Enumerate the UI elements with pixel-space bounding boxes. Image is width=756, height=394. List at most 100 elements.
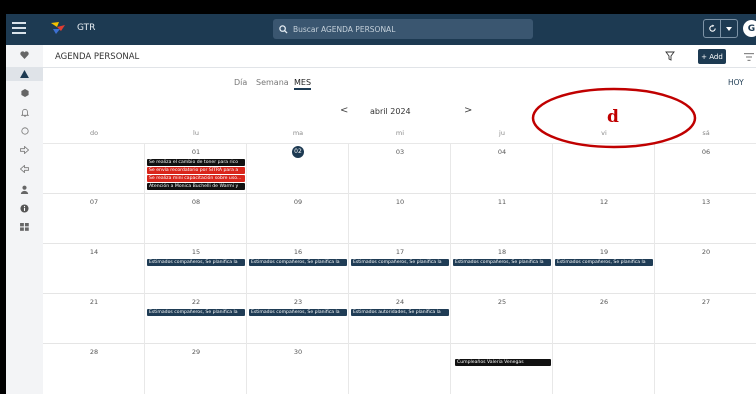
- day-cell[interactable]: [349, 344, 451, 394]
- day-number: 08: [191, 198, 201, 206]
- day-cell[interactable]: 11: [451, 194, 553, 244]
- day-number: 15: [191, 248, 201, 256]
- month-label: abril 2024: [370, 107, 411, 116]
- event-chip[interactable]: Se realiza mini capacitación sobre uso..…: [147, 175, 245, 182]
- event-chip[interactable]: Estimados compañeros, Se planifica la: [249, 259, 347, 266]
- filter-icon[interactable]: [665, 51, 675, 61]
- list-icon[interactable]: [744, 53, 754, 61]
- day-number: 10: [395, 198, 405, 206]
- day-cell[interactable]: 17 Estimados compañeros, Se planifica la: [349, 244, 451, 294]
- event-chip[interactable]: Estimados compañeros, Se planifica la: [249, 309, 347, 316]
- avatar[interactable]: G: [743, 20, 756, 37]
- day-cell[interactable]: 26: [553, 294, 655, 344]
- hamburger-menu-icon[interactable]: [12, 22, 26, 36]
- next-month-button[interactable]: >: [464, 105, 472, 116]
- day-cell[interactable]: 09: [247, 194, 349, 244]
- hexagon-icon[interactable]: [6, 86, 43, 100]
- day-number: 22: [191, 298, 201, 306]
- event-chip[interactable]: Atención a Monica Buchelli de Warmi y: [147, 183, 245, 190]
- day-number: 27: [701, 298, 711, 306]
- day-cell[interactable]: 15 Estimados compañeros, Se planifica la: [145, 244, 247, 294]
- day-cell[interactable]: [655, 344, 756, 394]
- week-row: 21 22 Estimados compañeros, Se planifica…: [43, 294, 756, 344]
- arrow-right-outline-icon[interactable]: [6, 143, 43, 157]
- day-cell[interactable]: 14: [43, 244, 145, 294]
- event-chip[interactable]: Estimados compañeros, Se planifica la: [147, 309, 245, 316]
- day-cell[interactable]: 22 Estimados compañeros, Se planifica la: [145, 294, 247, 344]
- event-chip[interactable]: Estimados compañeros, Se planifica la: [351, 259, 449, 266]
- arrow-left-outline-icon[interactable]: [6, 162, 43, 176]
- circle-icon[interactable]: [6, 124, 43, 138]
- search-icon: [273, 24, 293, 34]
- day-cell[interactable]: 01 Se realiza el cambio de toner para ri…: [145, 144, 247, 194]
- day-cell[interactable]: 30: [247, 344, 349, 394]
- event-chip[interactable]: Estimados compañeros, Se planifica la: [555, 259, 653, 266]
- weekday-label: do: [89, 129, 99, 137]
- day-cell[interactable]: 07: [43, 194, 145, 244]
- day-cell[interactable]: 04: [451, 144, 553, 194]
- day-cell[interactable]: [43, 144, 145, 194]
- day-cell[interactable]: 18 Estimados compañeros, Se planifica la: [451, 244, 553, 294]
- user-icon[interactable]: [6, 182, 43, 196]
- day-number: 20: [701, 248, 711, 256]
- day-cell[interactable]: 02: [247, 144, 349, 194]
- day-cell[interactable]: 08: [145, 194, 247, 244]
- day-number: 18: [497, 248, 507, 256]
- event-chip[interactable]: Estimados compañeros, Se planifica la: [453, 259, 551, 266]
- hoy-button[interactable]: HOY: [728, 78, 744, 87]
- day-number: 01: [191, 148, 201, 156]
- event-chip[interactable]: Cumpleaños Valeria Venegas: [455, 359, 551, 366]
- day-number: 07: [89, 198, 99, 206]
- sync-dropdown[interactable]: [703, 19, 738, 38]
- day-cell[interactable]: 13: [655, 194, 756, 244]
- day-cell[interactable]: Cumpleaños Valeria Venegas: [451, 344, 553, 394]
- info-icon[interactable]: [6, 201, 43, 215]
- day-number: 16: [293, 248, 303, 256]
- week-row: 28 29 30 Cumpleaños Valeria Venegas: [43, 344, 756, 394]
- day-number: 30: [293, 348, 303, 356]
- triangle-icon[interactable]: [6, 67, 43, 81]
- add-button[interactable]: + Add: [698, 49, 726, 64]
- search-bar[interactable]: [273, 19, 533, 39]
- tab-mes[interactable]: MES: [294, 78, 312, 90]
- day-cell[interactable]: 27: [655, 294, 756, 344]
- day-cell[interactable]: 28: [43, 344, 145, 394]
- today-marker: 02: [292, 146, 304, 158]
- tab-semana[interactable]: Semana: [256, 78, 289, 87]
- day-cell[interactable]: 20: [655, 244, 756, 294]
- day-number: 14: [89, 248, 99, 256]
- day-cell[interactable]: 06: [655, 144, 756, 194]
- day-cell[interactable]: 03: [349, 144, 451, 194]
- chevron-down-icon[interactable]: [721, 20, 737, 37]
- day-cell[interactable]: 21: [43, 294, 145, 344]
- day-number: 03: [395, 148, 405, 156]
- day-cell[interactable]: 24 Estimados autoridades, Se planifica l…: [349, 294, 451, 344]
- event-chip[interactable]: Se envía recordatorio por SITRA para a: [147, 167, 245, 174]
- event-chip[interactable]: Estimados autoridades, Se planifica la: [351, 309, 449, 316]
- day-cell[interactable]: 12: [553, 194, 655, 244]
- day-cell[interactable]: [553, 144, 655, 194]
- day-number: 25: [497, 298, 507, 306]
- day-number: 26: [599, 298, 609, 306]
- day-cell[interactable]: 23 Estimados compañeros, Se planifica la: [247, 294, 349, 344]
- sidebar: [6, 45, 43, 394]
- heart-icon[interactable]: [6, 48, 43, 62]
- prev-month-button[interactable]: <: [340, 105, 348, 116]
- week-row: 01 Se realiza el cambio de toner para ri…: [43, 144, 756, 194]
- tab-dia[interactable]: Día: [234, 78, 247, 87]
- event-chip[interactable]: Se realiza el cambio de toner para rico: [147, 159, 245, 166]
- bell-icon[interactable]: [6, 105, 43, 119]
- day-number: 23: [293, 298, 303, 306]
- sync-icon[interactable]: [704, 20, 720, 37]
- search-input[interactable]: [293, 24, 513, 34]
- week-row: 07 08 09 10 11 12 13: [43, 194, 756, 244]
- day-number: 19: [599, 248, 609, 256]
- day-cell[interactable]: 25: [451, 294, 553, 344]
- day-cell[interactable]: 29: [145, 344, 247, 394]
- event-chip[interactable]: Estimados compañeros, Se planifica la: [147, 259, 245, 266]
- grid-icon[interactable]: [6, 220, 43, 234]
- day-cell[interactable]: 10: [349, 194, 451, 244]
- day-cell[interactable]: 16 Estimados compañeros, Se planifica la: [247, 244, 349, 294]
- day-cell[interactable]: 19 Estimados compañeros, Se planifica la: [553, 244, 655, 294]
- day-cell[interactable]: [553, 344, 655, 394]
